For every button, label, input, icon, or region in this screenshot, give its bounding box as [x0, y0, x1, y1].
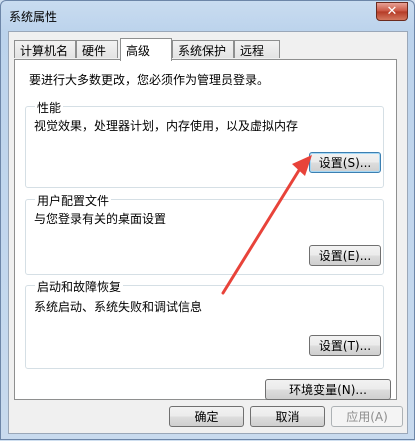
apply-button[interactable]: 应用(A) — [331, 406, 403, 427]
user-profiles-group-title: 用户配置文件 — [35, 192, 112, 209]
close-button[interactable]: ✕ — [376, 2, 408, 21]
tab-remote[interactable]: 远程 — [234, 40, 280, 58]
advanced-tab-panel: 要进行大多数更改，您必须作为管理员登录。 性能 视觉效果，处理器计划，内存使用，… — [14, 59, 397, 400]
startup-recovery-group: 启动和故障恢复 系统启动、系统失败和调试信息 设置(T)... — [25, 278, 384, 369]
admin-notice: 要进行大多数更改，您必须作为管理员登录。 — [29, 73, 270, 87]
tab-advanced[interactable]: 高级 — [120, 38, 172, 61]
title-bar[interactable]: 系统属性 ✕ — [1, 1, 414, 31]
cancel-button[interactable]: 取消 — [250, 406, 325, 427]
performance-group-title: 性能 — [35, 99, 64, 116]
startup-recovery-description: 系统启动、系统失败和调试信息 — [34, 300, 203, 314]
close-icon: ✕ — [386, 4, 398, 19]
startup-recovery-group-title: 启动和故障恢复 — [35, 278, 124, 295]
user-profiles-group: 用户配置文件 与您登录有关的桌面设置 设置(E)... — [25, 192, 384, 275]
tab-computer-name[interactable]: 计算机名 — [14, 40, 76, 58]
dialog-client-area: 计算机名 硬件 高级 系统保护 远程 要进行大多数更改，您必须作为管理员登录。 … — [8, 31, 408, 434]
window-title: 系统属性 — [9, 10, 58, 24]
startup-recovery-settings-button[interactable]: 设置(T)... — [309, 335, 381, 356]
environment-variables-button[interactable]: 环境变量(N)... — [265, 379, 391, 400]
performance-settings-button[interactable]: 设置(S)... — [309, 152, 381, 173]
user-profiles-description: 与您登录有关的桌面设置 — [34, 212, 167, 226]
performance-description: 视觉效果，处理器计划，内存使用，以及虚拟内存 — [34, 119, 299, 133]
tab-hardware[interactable]: 硬件 — [76, 40, 118, 58]
system-properties-window: 系统属性 ✕ 计算机名 硬件 高级 系统保护 远程 要进行大多数更改，您必须作为… — [0, 0, 415, 440]
performance-group: 性能 视觉效果，处理器计划，内存使用，以及虚拟内存 设置(S)... — [25, 99, 384, 188]
tab-system-protection[interactable]: 系统保护 — [172, 40, 234, 58]
ok-button[interactable]: 确定 — [169, 406, 244, 427]
user-profiles-settings-button[interactable]: 设置(E)... — [309, 245, 381, 266]
